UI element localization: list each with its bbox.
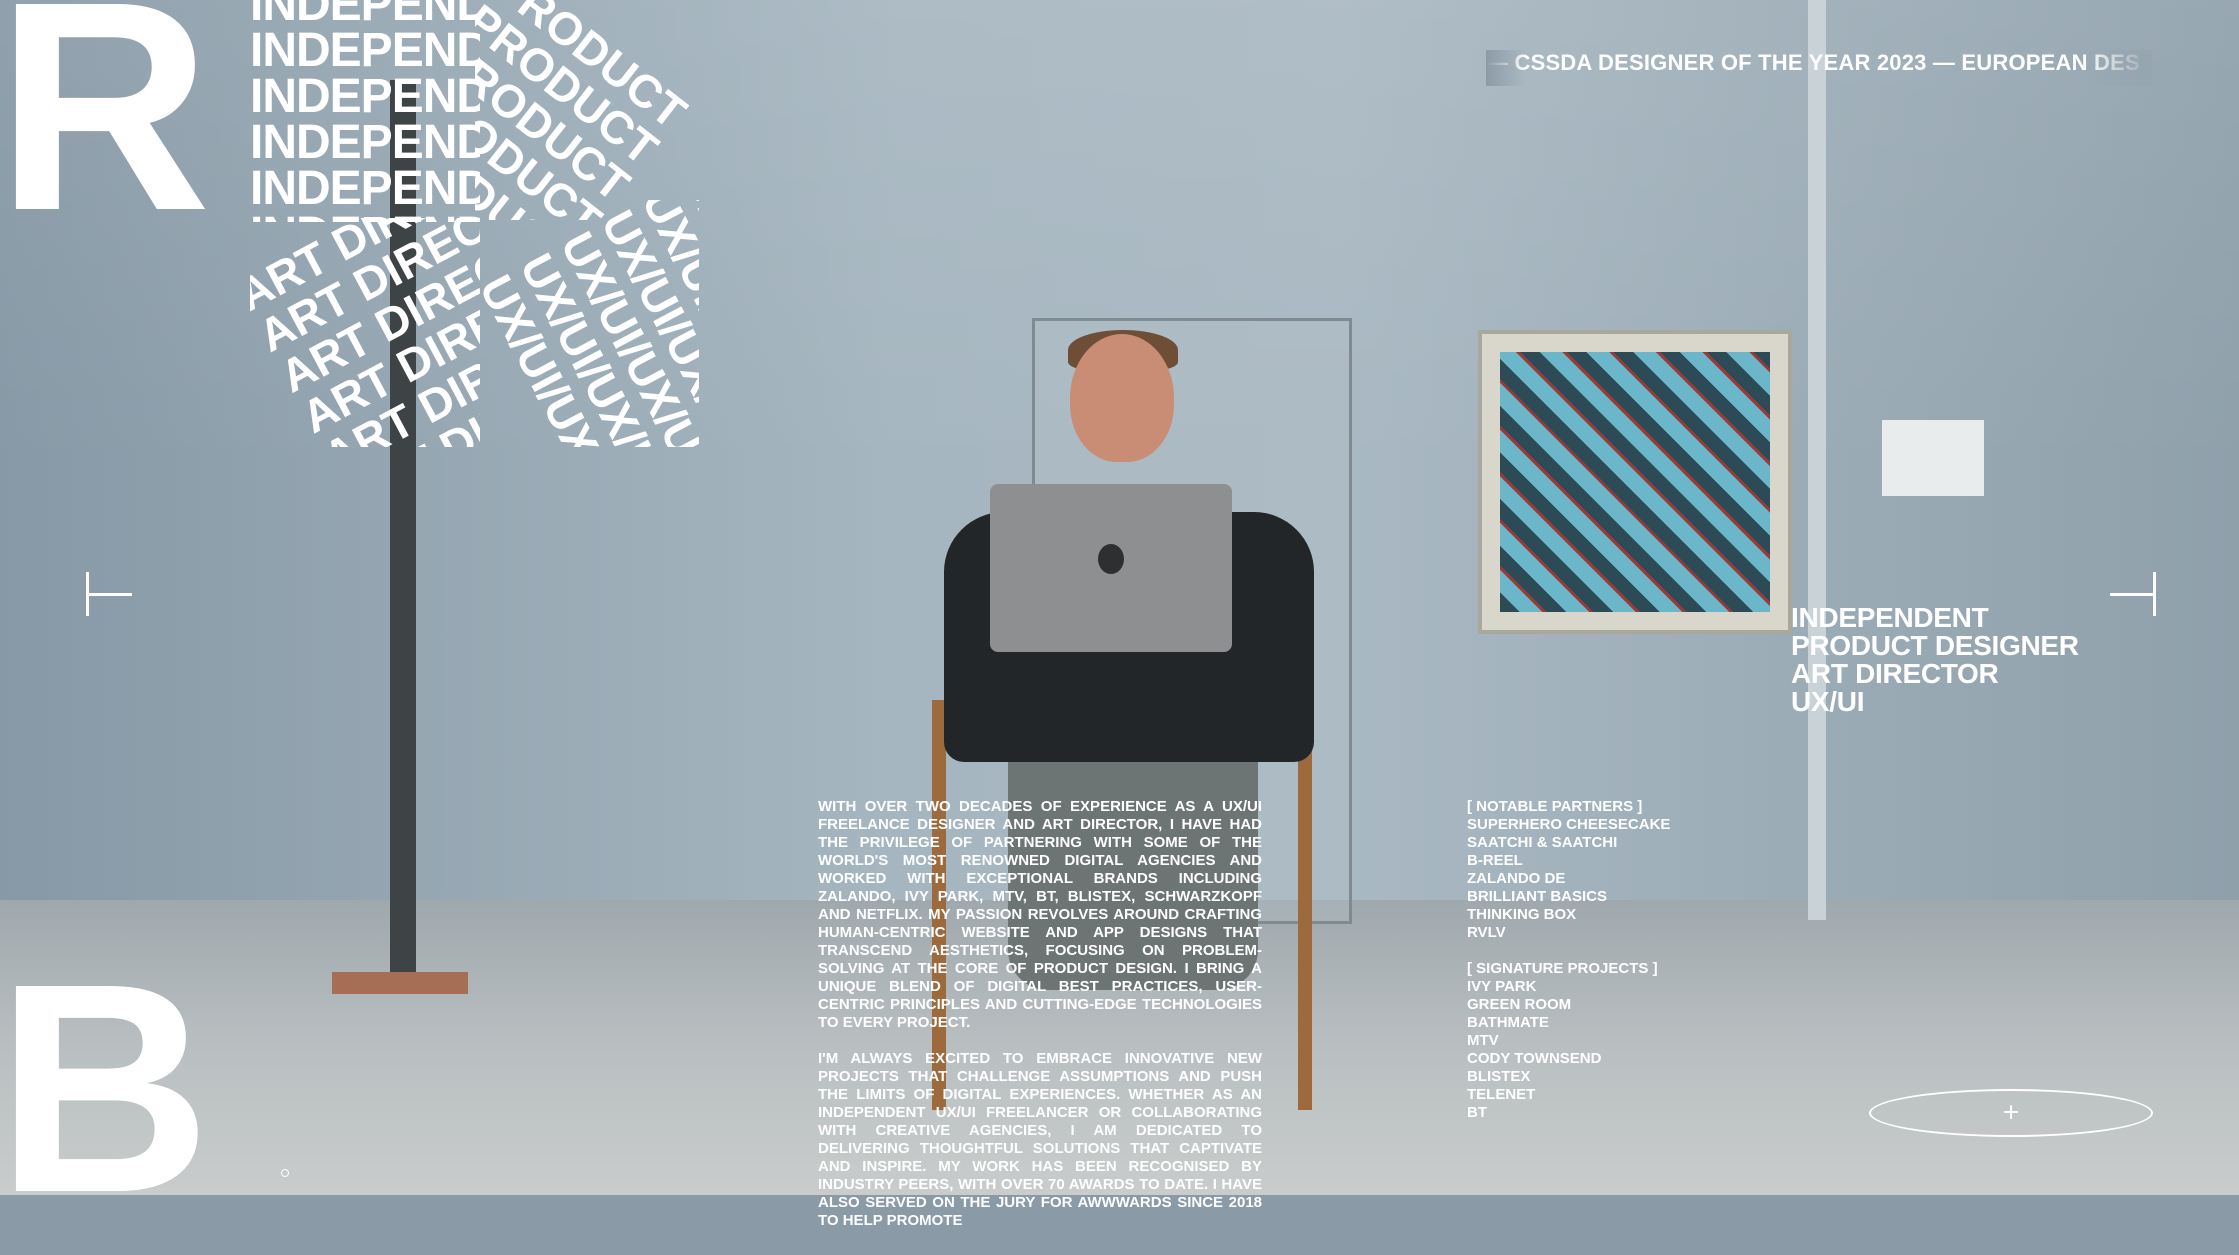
list-item: MTV bbox=[1467, 1032, 1499, 1049]
art-director-pattern: ART DIRECTOR ART DIRECTOR ART DIRECTOR A… bbox=[250, 218, 480, 447]
pattern-text: INDEPENDENT bbox=[250, 162, 480, 215]
scroll-indicator-dot bbox=[281, 1169, 289, 1177]
list-item: THINKING BOX bbox=[1467, 906, 1577, 923]
list-item: BT bbox=[1467, 1104, 1487, 1121]
list-item: ZALANDO DE bbox=[1467, 870, 1566, 887]
pattern-text: INDEPENDENT bbox=[250, 24, 480, 77]
bio-paragraph: With over two decades of experience as a… bbox=[818, 798, 1262, 1031]
pattern-text: INDEPENDENT bbox=[250, 116, 480, 169]
monogram-letter-r: R bbox=[0, 0, 212, 273]
plus-icon: + bbox=[2002, 1096, 2020, 1128]
list-item: BLISTEX bbox=[1467, 1068, 1531, 1085]
typographic-pattern: INDEPENDENT INDEPENDENT INDEPENDENT INDE… bbox=[250, 0, 699, 447]
list-heading: [ SIGNATURE PROJECTS ] bbox=[1467, 960, 1658, 977]
credits-lists: [ NOTABLE PARTNERS ] SUPERHERO CHEESECAK… bbox=[1467, 798, 1670, 1140]
roles-heading: INDEPENDENT PRODUCT DESIGNER ART DIRECTO… bbox=[1791, 604, 2079, 716]
bio-paragraph: I'm always excited to embrace innovative… bbox=[818, 1050, 1262, 1229]
role-item: ART DIRECTOR bbox=[1791, 658, 1999, 689]
electrical-panel bbox=[1882, 420, 1984, 496]
list-item: GREEN ROOM bbox=[1467, 996, 1572, 1013]
list-item: SUPERHERO CHEESECAKE bbox=[1467, 816, 1671, 833]
apple-logo-icon bbox=[1098, 544, 1124, 574]
marquee-text: — CSSDA DESIGNER OF THE YEAR 2023 — EURO… bbox=[1486, 50, 2140, 75]
vertical-pipe bbox=[1808, 0, 1826, 920]
list-item: BRILLIANT BASICS bbox=[1467, 888, 1607, 905]
role-item: INDEPENDENT bbox=[1791, 602, 1989, 633]
list-item: TELENET bbox=[1467, 1086, 1536, 1103]
role-item: UX/UI bbox=[1791, 686, 1865, 717]
list-item: CODY TOWNSEND bbox=[1467, 1050, 1602, 1067]
role-item: PRODUCT DESIGNER bbox=[1791, 630, 2079, 661]
menu-toggle-button[interactable]: + bbox=[1869, 1089, 2153, 1137]
bio-text: With over two decades of experience as a… bbox=[818, 798, 1262, 1248]
signature-projects-list: [ SIGNATURE PROJECTS ] IVY PARK GREEN RO… bbox=[1467, 960, 1670, 1122]
pattern-text: INDEPENDENT bbox=[250, 70, 480, 123]
monogram-letter-b: B bbox=[0, 922, 212, 1255]
list-item: BATHMATE bbox=[1467, 1014, 1549, 1031]
product-pattern: PRODUCT PRODUCT PRODUCT PRODUCT PRODUCT … bbox=[475, 0, 699, 220]
uxui-pattern: UX/UI/UX/UI UX/UI/UX/UI UX/UI/UX/UI UX/U… bbox=[476, 200, 699, 447]
right-corner-bracket-icon bbox=[2108, 572, 2156, 616]
notable-partners-list: [ NOTABLE PARTNERS ] SUPERHERO CHEESECAK… bbox=[1467, 798, 1670, 942]
window bbox=[1478, 330, 1792, 634]
independent-pattern: INDEPENDENT INDEPENDENT INDEPENDENT INDE… bbox=[250, 0, 480, 222]
list-item: B-REEL bbox=[1467, 852, 1523, 869]
list-heading: [ NOTABLE PARTNERS ] bbox=[1467, 798, 1643, 815]
pipe-base bbox=[332, 972, 468, 994]
list-item: IVY PARK bbox=[1467, 978, 1537, 995]
list-item: SAATCHI & SAATCHI bbox=[1467, 834, 1618, 851]
left-corner-bracket-icon bbox=[86, 572, 134, 616]
awards-marquee: — CSSDA DESIGNER OF THE YEAR 2023 — EURO… bbox=[1486, 50, 2152, 86]
list-item: RVLV bbox=[1467, 924, 1506, 941]
